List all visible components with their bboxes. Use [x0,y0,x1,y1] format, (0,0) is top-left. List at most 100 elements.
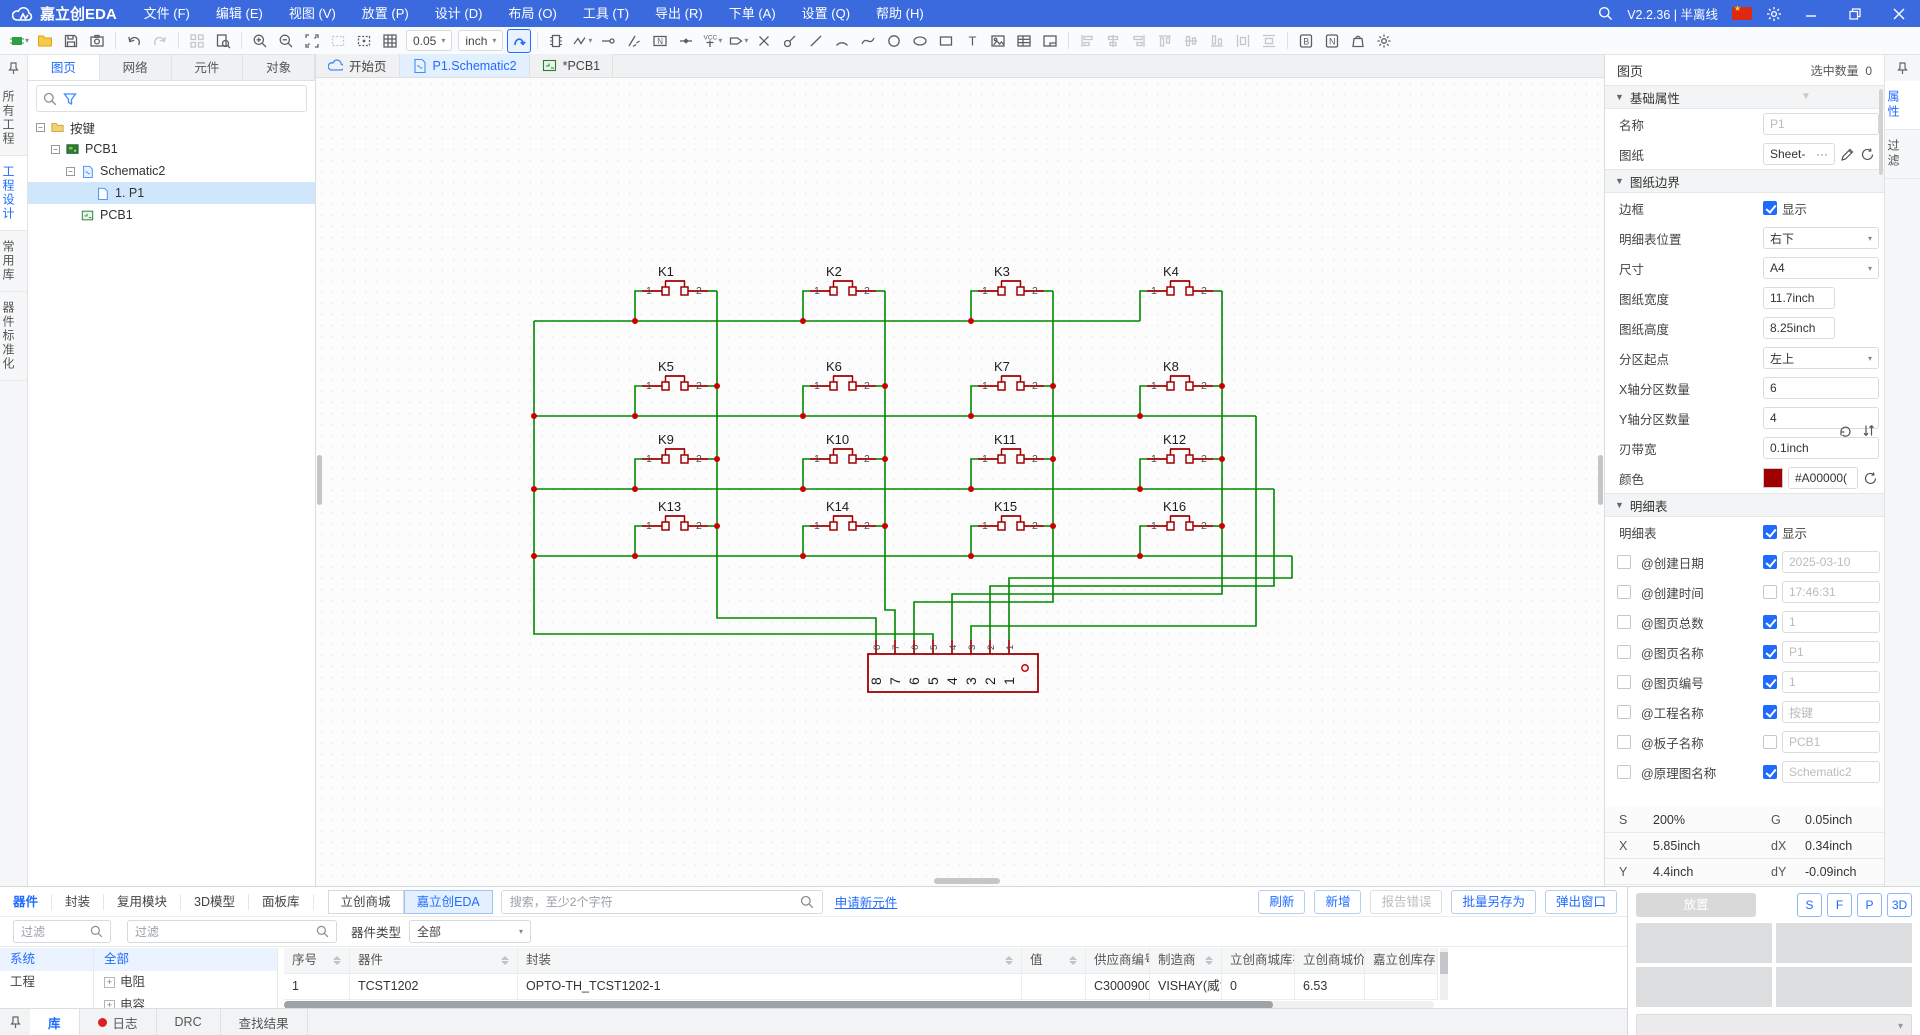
tree-item-PCB1[interactable]: −PCB1 [28,138,315,160]
category-item-电容[interactable]: +电容 [94,994,277,1008]
attr-lead-checkbox[interactable] [1617,675,1631,689]
open-folder-button[interactable] [33,29,57,53]
library-search[interactable] [501,890,823,914]
preview-mode-F[interactable]: F [1827,893,1852,917]
right-rail-tab[interactable]: 属性 [1885,81,1920,130]
dropdown-caret-icon[interactable]: ▾ [744,36,748,45]
attr-lead-checkbox[interactable] [1617,555,1631,569]
checkbox-边框[interactable] [1763,201,1777,215]
align-center-button[interactable] [1101,29,1125,53]
schematic-switch-K1[interactable]: K112 [642,264,708,297]
attr-show-checkbox[interactable] [1763,585,1777,599]
align-left-button[interactable] [1075,29,1099,53]
align-top-button[interactable] [1153,29,1177,53]
action-button-批量另存为[interactable]: 批量另存为 [1451,890,1536,914]
column-header-供应商编号[interactable]: 供应商编号 [1086,948,1150,974]
place-power-button[interactable]: VCC▾ [700,29,724,53]
expand-icon[interactable]: + [104,977,115,988]
attr-value-@图页总数[interactable] [1782,611,1880,633]
property-input-刃带宽[interactable] [1763,437,1879,459]
menu-item[interactable]: 文件 (F) [131,0,203,27]
restore-button[interactable] [1840,0,1870,27]
expand-icon[interactable]: + [104,1000,115,1008]
attr-show-checkbox[interactable] [1763,615,1777,629]
attr-value-@工程名称[interactable] [1782,701,1880,723]
undo-button[interactable] [122,29,146,53]
action-button-报告错误[interactable]: 报告错误 [1370,890,1442,914]
column-header-序号[interactable]: 序号 [284,948,350,974]
sort-icon[interactable] [329,956,341,965]
place-text-button[interactable]: T [960,29,984,53]
preview-variant-select[interactable]: ▾ [1636,1014,1912,1035]
attr-value-@创建日期[interactable] [1782,551,1880,573]
place-netport-button[interactable]: ▾ [726,29,750,53]
request-new-part-link[interactable]: 申请新元件 [835,892,898,911]
table-vscroll[interactable] [1440,948,1448,1000]
category-item-全部[interactable]: 全部 [94,948,277,971]
attr-value-@板子名称[interactable] [1782,731,1880,753]
category-item-系统[interactable]: 系统 [0,948,93,971]
tree-item-1. P1[interactable]: 1. P1 [28,182,315,204]
library-tab-3D模型[interactable]: 3D模型 [181,894,249,910]
schematic-switch-K5[interactable]: K512 [642,359,708,392]
wire-mode-button[interactable] [507,29,531,53]
part-type-select[interactable]: 全部▾ [409,920,531,943]
source-toggle-嘉立创EDA[interactable]: 嘉立创EDA [404,890,493,914]
schematic-switch-K7[interactable]: K712 [978,359,1044,392]
schematic-switch-K8[interactable]: K812 [1147,359,1213,392]
schematic-switch-K15[interactable]: K1512 [978,499,1044,532]
attr-lead-checkbox[interactable] [1617,645,1631,659]
preview-cell[interactable] [1776,967,1912,1007]
attr-show-checkbox[interactable] [1763,735,1777,749]
draw-circle-button[interactable] [882,29,906,53]
menu-item[interactable]: 视图 (V) [276,0,349,27]
color-value-input[interactable] [1788,467,1858,489]
place-image-button[interactable] [986,29,1010,53]
attr-value-@图页名称[interactable] [1782,641,1880,663]
place-netlabel-button[interactable]: N [648,29,672,53]
tree-expander-icon[interactable]: − [51,145,60,154]
schematic-canvas[interactable]: K112K212K312K412K512K612K712K812K912K101… [316,78,1604,886]
checkbox-明细表[interactable] [1763,525,1777,539]
zoom-region-button[interactable] [352,29,376,53]
preview-cell[interactable] [1636,923,1772,963]
action-button-新增[interactable]: 新增 [1314,890,1361,914]
dropdown-caret-icon[interactable]: ▾ [25,36,29,45]
attr-lead-checkbox[interactable] [1617,765,1631,779]
bom-button[interactable]: B [1294,29,1318,53]
property-select-分区起点[interactable]: 左上▾ [1763,347,1879,369]
doc-tab-*PCB1[interactable]: *PCB1 [530,54,614,77]
distribute-h-button[interactable] [1231,29,1255,53]
left-rail-tab[interactable]: 器件标准化 [0,292,27,381]
column-header-值[interactable]: 值 [1022,948,1086,974]
zoom-out-button[interactable] [274,29,298,53]
property-input-图纸宽度[interactable] [1763,287,1835,309]
schematic-switch-K2[interactable]: K212 [810,264,876,297]
sidebar-search-input[interactable] [83,92,300,106]
menu-item[interactable]: 帮助 (H) [863,0,937,27]
attr-value-@创建时间[interactable] [1782,581,1880,603]
canvas-vscroll-left[interactable] [317,455,322,505]
dock-tab-DRC[interactable]: DRC [157,1009,221,1035]
dock-tab-查找结果[interactable]: 查找结果 [221,1009,308,1035]
library-tab-封装[interactable]: 封装 [52,894,104,910]
distribute-v-button[interactable] [1257,29,1281,53]
zoom-in-button[interactable] [248,29,272,53]
place-wire-button[interactable]: ▾ [570,29,594,53]
schematic-switch-K9[interactable]: K912 [642,432,708,465]
menu-item[interactable]: 工具 (T) [570,0,642,27]
category-filter-2-input[interactable] [135,925,316,939]
section-header[interactable]: ▼图纸边界 [1605,169,1884,193]
property-input-X轴分区数量[interactable] [1763,377,1879,399]
place-junction-button[interactable] [674,29,698,53]
attr-lead-checkbox[interactable] [1617,585,1631,599]
menu-item[interactable]: 下单 (A) [716,0,789,27]
property-select-明细表位置[interactable]: 右下▾ [1763,227,1879,249]
netlist-button[interactable]: N [1320,29,1344,53]
category-item-电阻[interactable]: +电阻 [94,971,277,994]
sidebar-tab-网络[interactable]: 网络 [100,55,172,80]
sidebar-tab-元件[interactable]: 元件 [172,55,244,80]
refresh-icon[interactable] [1863,471,1878,486]
schematic-connector[interactable]: 8877665544332211 [868,640,1038,692]
pin-panel-icon[interactable] [1885,55,1920,81]
